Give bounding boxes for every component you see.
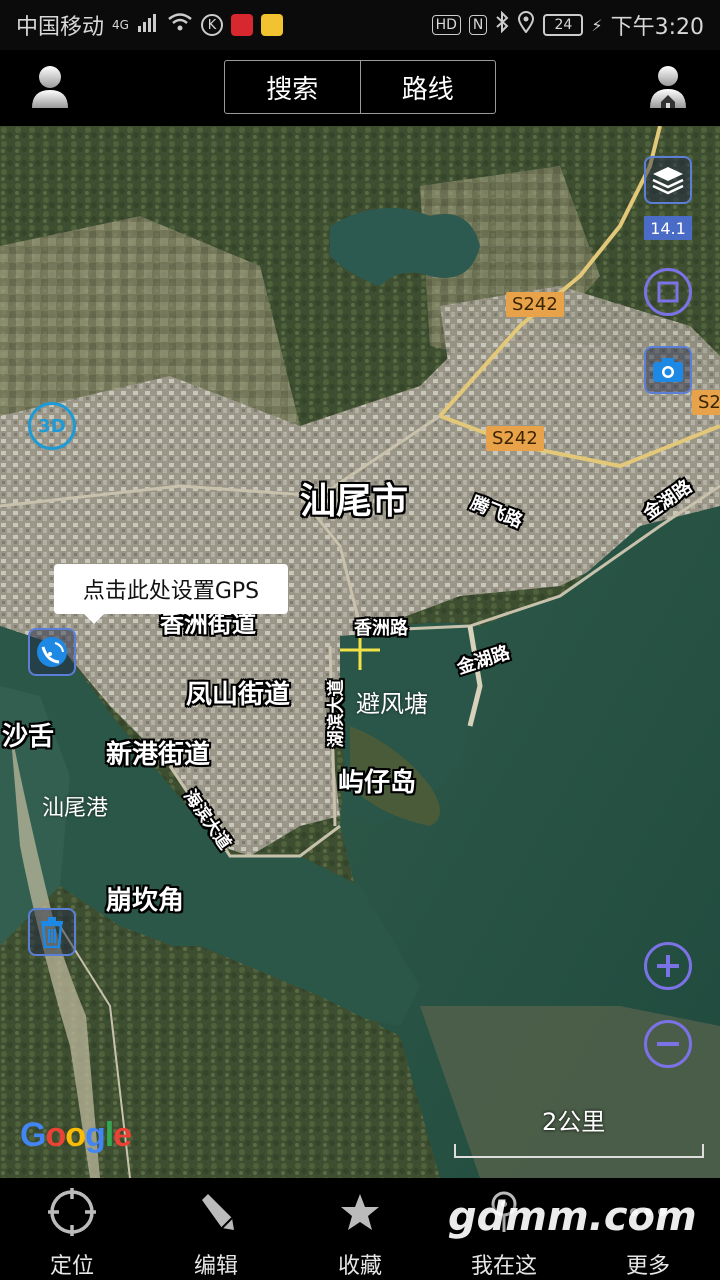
pencil-icon bbox=[202, 1194, 234, 1230]
top-bar: 搜索 路线 bbox=[0, 50, 720, 126]
camera-button[interactable] bbox=[644, 346, 692, 394]
location-icon bbox=[517, 11, 535, 39]
trash-icon bbox=[41, 917, 63, 948]
hd-badge: HD bbox=[431, 15, 461, 35]
place-label-yuzaidao: 屿仔岛 bbox=[338, 768, 417, 798]
road-label-hubin: 湖滨大道 bbox=[326, 679, 347, 748]
road-label-xiangzhou: 香洲路 bbox=[354, 618, 408, 639]
gps-button[interactable] bbox=[28, 628, 76, 676]
star-icon bbox=[341, 1194, 379, 1230]
tab-route[interactable]: 路线 bbox=[361, 61, 496, 113]
nav-locate-label: 定位 bbox=[49, 1254, 94, 1279]
nav-more-label: 更多 bbox=[625, 1254, 670, 1279]
layers-button[interactable] bbox=[644, 156, 692, 204]
gps-tooltip[interactable]: 点击此处设置GPS bbox=[54, 564, 288, 624]
satellite-dish-icon bbox=[37, 637, 67, 667]
fullscreen-button[interactable] bbox=[644, 268, 692, 316]
carrier-label: 中国移动 bbox=[16, 15, 105, 40]
bluetooth-icon bbox=[495, 10, 509, 39]
zoom-level-indicator: 14.1 bbox=[644, 216, 692, 240]
3d-button[interactable]: 3D bbox=[28, 402, 76, 450]
camera-icon bbox=[653, 358, 683, 382]
place-label-shanweigang: 汕尾港 bbox=[42, 796, 109, 821]
satellite-imagery bbox=[0, 126, 720, 1178]
place-label-bifengtang: 避风塘 bbox=[356, 690, 428, 718]
nav-edit-label: 编辑 bbox=[193, 1254, 238, 1279]
nav-favorite-label: 收藏 bbox=[337, 1254, 382, 1279]
tab-search[interactable]: 搜索 bbox=[225, 61, 361, 113]
scale-label: 2公里 bbox=[542, 1108, 606, 1136]
nav-favorite[interactable]: 收藏 bbox=[288, 1178, 432, 1280]
zoom-out-button[interactable] bbox=[644, 1020, 692, 1068]
road-badge-s242-mid: S242 bbox=[486, 426, 544, 451]
network-type: 4G bbox=[112, 18, 129, 32]
minus-icon bbox=[657, 1042, 679, 1046]
app-k-icon: K bbox=[200, 14, 223, 36]
signal-icon bbox=[137, 12, 159, 38]
nav-im-here-label: 我在这 bbox=[470, 1254, 537, 1279]
nav-edit[interactable]: 编辑 bbox=[144, 1178, 288, 1280]
user-profile-button[interactable] bbox=[30, 64, 70, 110]
place-label-shashe: 沙舌 bbox=[2, 722, 55, 752]
google-logo: Google bbox=[20, 1116, 132, 1154]
nav-locate[interactable]: 定位 bbox=[0, 1178, 144, 1280]
user-home-button[interactable] bbox=[648, 64, 688, 110]
satellite-map[interactable]: S242 S242 S2 腾飞路 金湖路 金湖路 香洲路 湖滨大道 海滨大道 汕… bbox=[0, 126, 720, 1178]
user-icon bbox=[32, 66, 68, 108]
city-label: 汕尾市 bbox=[300, 481, 409, 522]
charging-icon: ⚡ bbox=[591, 15, 603, 35]
road-badge-s242-edge: S2 bbox=[692, 390, 720, 415]
3d-label: 3D bbox=[38, 415, 66, 437]
watermark: gdmm.com bbox=[448, 1194, 697, 1240]
battery-indicator: 24 bbox=[543, 14, 584, 36]
crosshair-icon bbox=[48, 1188, 96, 1236]
zoom-in-button[interactable] bbox=[644, 942, 692, 990]
scale-bar bbox=[454, 1144, 704, 1158]
clock: 下午3:20 bbox=[610, 15, 704, 40]
wifi-icon bbox=[167, 12, 193, 38]
place-label-fengshan: 凤山街道 bbox=[186, 680, 291, 710]
plus-icon bbox=[657, 955, 679, 977]
app-red-icon bbox=[230, 14, 253, 36]
status-bar: 中国移动 4G K HD N 24 ⚡ 下午3:20 bbox=[0, 0, 720, 50]
clear-button[interactable] bbox=[28, 908, 76, 956]
nfc-icon: N bbox=[468, 15, 488, 35]
place-label-bengkanjiao: 崩坎角 bbox=[106, 886, 185, 916]
fullscreen-icon bbox=[657, 281, 679, 303]
user-home-icon bbox=[650, 66, 686, 108]
app-yellow-icon bbox=[260, 14, 283, 36]
road-badge-s242-top: S242 bbox=[506, 292, 564, 317]
layers-icon bbox=[652, 167, 684, 195]
search-route-toggle: 搜索 路线 bbox=[224, 60, 496, 114]
place-label-xingang: 新港街道 bbox=[106, 740, 211, 770]
